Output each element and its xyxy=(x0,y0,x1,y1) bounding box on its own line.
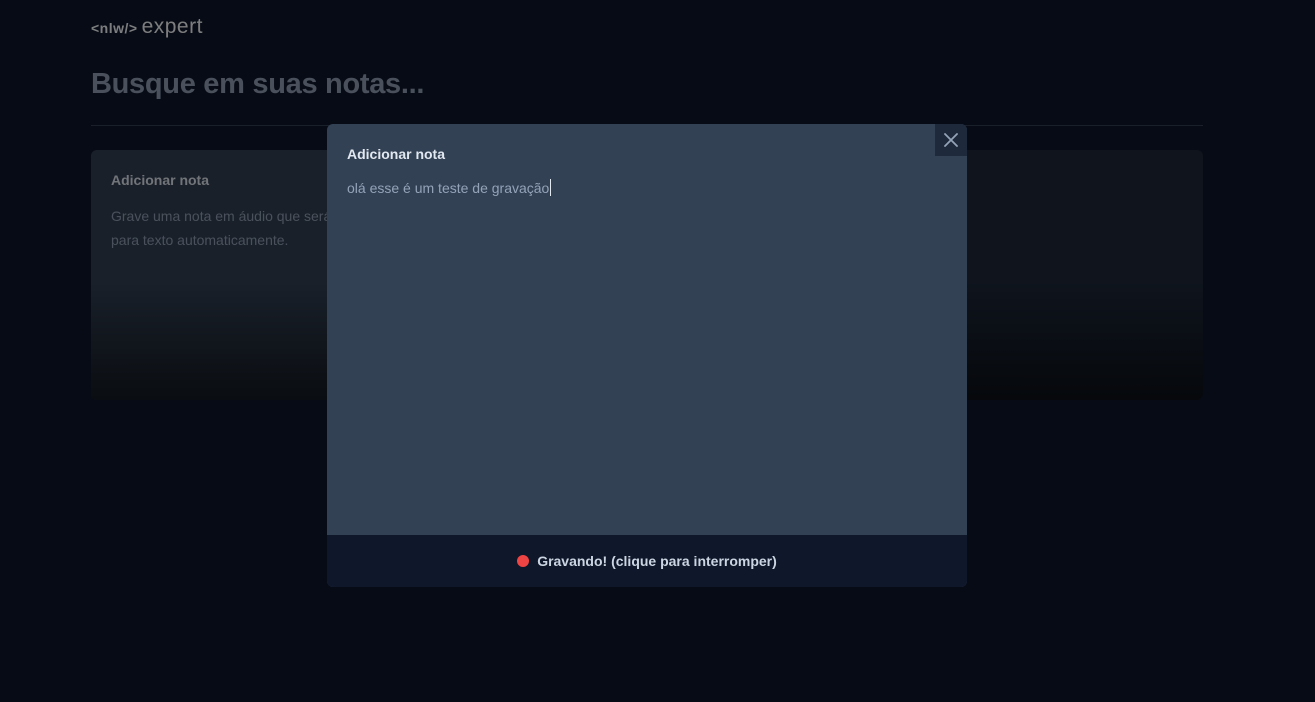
close-icon xyxy=(944,133,958,147)
note-content-textarea[interactable]: olá esse é um teste de gravação xyxy=(347,178,947,198)
modal-body: Adicionar nota olá esse é um teste de gr… xyxy=(347,146,947,198)
add-note-modal: Adicionar nota olá esse é um teste de gr… xyxy=(327,124,967,587)
note-content-text: olá esse é um teste de gravação xyxy=(347,180,550,196)
recording-label: Gravando! (clique para interromper) xyxy=(537,553,777,569)
modal-title: Adicionar nota xyxy=(347,146,446,162)
app-page: <nlw/> expert Adicionar nota Grave uma n… xyxy=(0,0,1315,702)
stop-recording-button[interactable]: Gravando! (clique para interromper) xyxy=(327,535,967,587)
text-caret xyxy=(550,179,552,196)
recording-indicator-icon xyxy=(517,555,530,567)
